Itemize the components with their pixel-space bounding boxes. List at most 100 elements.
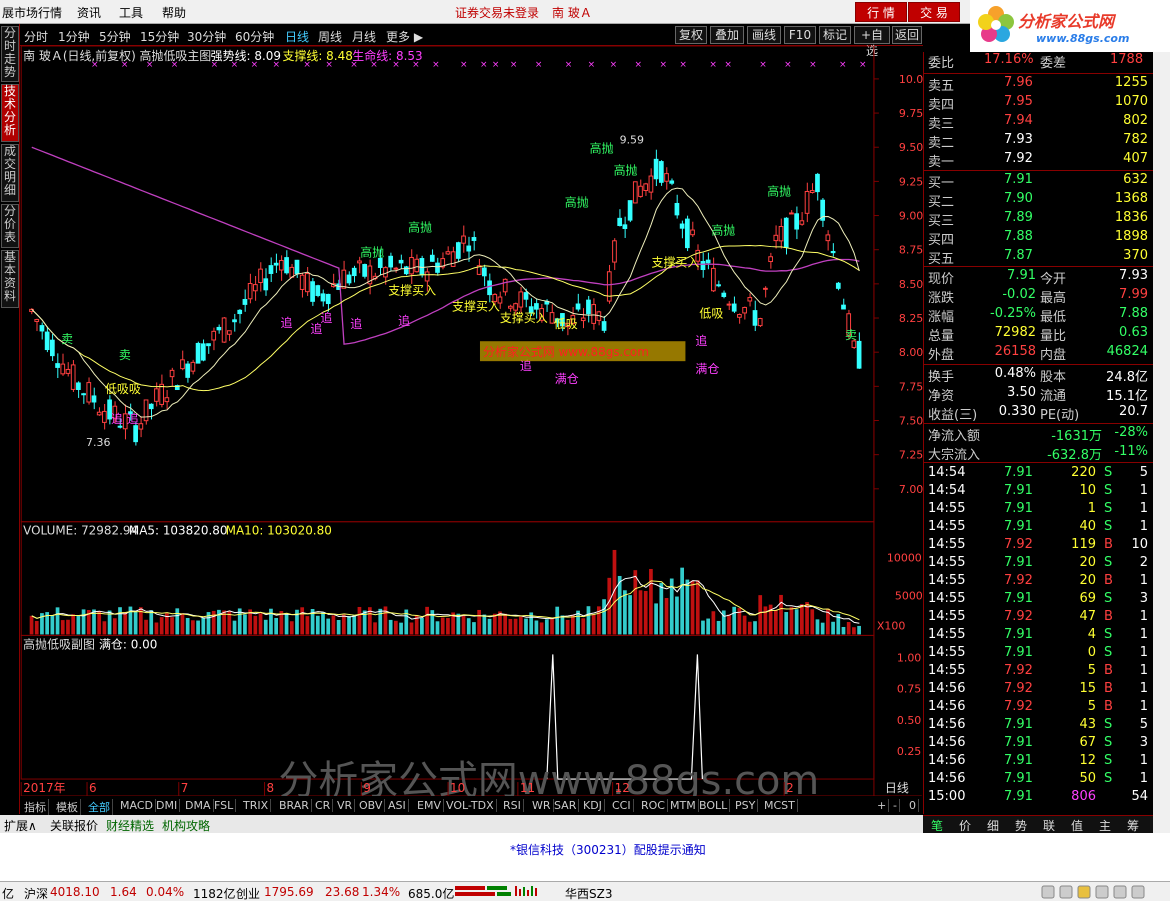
add-watchlist-button[interactable]: +自选 bbox=[854, 26, 890, 58]
sh-index-label[interactable]: 沪深 bbox=[24, 885, 48, 902]
right-tab[interactable]: 筹 bbox=[1127, 817, 1139, 834]
indicator-tab-psy[interactable]: PSY bbox=[733, 799, 759, 812]
flow-row[interactable]: 净流入额 -1631万 -28% bbox=[924, 425, 1154, 444]
tick-row[interactable]: 14:55 7.91 1 S 1 bbox=[924, 501, 1154, 520]
f10-button[interactable]: F10 bbox=[784, 26, 816, 44]
right-scrollbar[interactable] bbox=[1153, 52, 1170, 833]
indicator-tab-roc[interactable]: ROC bbox=[639, 799, 668, 812]
stat-row[interactable]: 现价 7.91 今开 7.93 bbox=[924, 268, 1154, 287]
ask-row[interactable]: 卖五 7.96 1255 bbox=[924, 75, 1154, 94]
tick-row[interactable]: 14:56 7.91 12 S 1 bbox=[924, 753, 1154, 772]
stat-row[interactable]: 净资 3.50 流通 15.1亿 bbox=[924, 385, 1154, 404]
mark-button[interactable]: 标记 bbox=[819, 26, 851, 44]
menu-news[interactable]: 资讯 bbox=[77, 4, 101, 21]
right-tab[interactable]: 主 bbox=[1099, 817, 1111, 834]
adjust-button[interactable]: 复权 bbox=[675, 26, 707, 44]
tab-trades[interactable]: 成交明细 bbox=[1, 144, 19, 202]
tick-row[interactable]: 14:55 7.91 4 S 1 bbox=[924, 627, 1154, 646]
tick-row[interactable]: 14:55 7.91 0 S 1 bbox=[924, 645, 1154, 664]
indicator-tab-macd[interactable]: MACD bbox=[118, 799, 156, 812]
menu-help[interactable]: 帮助 bbox=[162, 4, 186, 21]
server-name[interactable]: 华西SZ3 bbox=[565, 885, 612, 902]
tick-row[interactable]: 14:54 7.91 220 S 5 bbox=[924, 465, 1154, 484]
bid-row[interactable]: 买一 7.91 632 bbox=[924, 172, 1154, 191]
period-15min[interactable]: 15分钟 bbox=[140, 28, 179, 45]
tab-institution-guide[interactable]: 机构攻略 bbox=[162, 817, 210, 834]
indicator-tab-asi[interactable]: ASI bbox=[386, 799, 409, 812]
tick-row[interactable]: 14:54 7.91 10 S 1 bbox=[924, 483, 1154, 502]
indicator-tab-vr[interactable]: VR bbox=[335, 799, 356, 812]
bid-row[interactable]: 买四 7.88 1898 bbox=[924, 229, 1154, 248]
indicator-tab-brar[interactable]: BRAR bbox=[277, 799, 312, 812]
tick-row[interactable]: 14:55 7.91 20 S 2 bbox=[924, 555, 1154, 574]
bid-row[interactable]: 买五 7.87 370 bbox=[924, 248, 1154, 267]
period-more[interactable]: 更多 ▶ bbox=[386, 28, 423, 45]
flow-row[interactable]: 大宗流入 -632.8万 -11% bbox=[924, 444, 1154, 463]
stat-row[interactable]: 涨跌 -0.02 最高 7.99 bbox=[924, 287, 1154, 306]
right-tab[interactable]: 联 bbox=[1043, 817, 1055, 834]
tab-related-quotes[interactable]: 关联报价 bbox=[50, 817, 98, 834]
tab-extend[interactable]: 扩展∧ bbox=[4, 817, 37, 834]
indicator-tab-dma[interactable]: DMA bbox=[183, 799, 214, 812]
indicator-tab-trix[interactable]: TRIX bbox=[241, 799, 272, 812]
tick-row[interactable]: 14:56 7.92 15 B 1 bbox=[924, 681, 1154, 700]
indicator-tab-cr[interactable]: CR bbox=[313, 799, 334, 812]
cy-index-label[interactable]: 创业 bbox=[236, 885, 260, 902]
period-5min[interactable]: 5分钟 bbox=[99, 28, 131, 45]
zoom-button[interactable]: + bbox=[875, 799, 890, 812]
tick-row[interactable]: 14:56 7.91 43 S 5 bbox=[924, 717, 1154, 736]
period-daily[interactable]: 日线 bbox=[285, 28, 309, 45]
quote-button[interactable]: 行 情 bbox=[855, 2, 907, 22]
right-tab[interactable]: 价 bbox=[959, 817, 971, 834]
indicator-tab-指标[interactable]: 指标 bbox=[22, 799, 49, 815]
zoom-button[interactable]: - bbox=[891, 799, 900, 812]
right-tab[interactable]: 势 bbox=[1015, 817, 1027, 834]
period-monthly[interactable]: 月线 bbox=[352, 28, 376, 45]
stat-row[interactable]: 总量 72982 量比 0.63 bbox=[924, 325, 1154, 344]
bid-row[interactable]: 买三 7.89 1836 bbox=[924, 210, 1154, 229]
menu-market[interactable]: 展市场行情 bbox=[2, 4, 62, 21]
period-weekly[interactable]: 周线 bbox=[318, 28, 342, 45]
tab-finance-picks[interactable]: 财经精选 bbox=[106, 817, 154, 834]
stat-row[interactable]: 外盘 26158 内盘 46824 bbox=[924, 344, 1154, 363]
tab-price-table[interactable]: 分价表 bbox=[1, 204, 19, 248]
tab-fundamentals[interactable]: 基本资料 bbox=[1, 250, 19, 308]
ask-row[interactable]: 卖一 7.92 407 bbox=[924, 151, 1154, 170]
tick-row[interactable]: 14:56 7.92 5 B 1 bbox=[924, 699, 1154, 718]
bid-row[interactable]: 买二 7.90 1368 bbox=[924, 191, 1154, 210]
right-tab[interactable]: 笔 bbox=[931, 817, 943, 834]
login-status[interactable]: 证券交易未登录 bbox=[455, 4, 539, 21]
tab-technical[interactable]: 技术分析 bbox=[1, 84, 19, 142]
indicator-tab-emv[interactable]: EMV bbox=[415, 799, 444, 812]
stat-row[interactable]: 收益(三) 0.330 PE(动) 20.7 bbox=[924, 404, 1154, 423]
zoom-button[interactable]: 0 bbox=[907, 799, 919, 812]
tick-row[interactable]: 14:55 7.92 5 B 1 bbox=[924, 663, 1154, 682]
indicator-tab-模板[interactable]: 模板 bbox=[54, 799, 81, 815]
notice-text[interactable]: *银信科技（300231）配股提示通知 bbox=[510, 841, 706, 858]
period-tick[interactable]: 分时 bbox=[24, 28, 48, 45]
tick-row[interactable]: 14:55 7.92 47 B 1 bbox=[924, 609, 1154, 628]
trade-button[interactable]: 交 易 bbox=[908, 2, 960, 22]
tab-intraday[interactable]: 分时走势 bbox=[1, 26, 19, 82]
tick-row[interactable]: 15:00 7.91 806 54 bbox=[924, 789, 1154, 808]
stat-row[interactable]: 换手 0.48% 股本 24.8亿 bbox=[924, 366, 1154, 385]
tick-row[interactable]: 14:55 7.92 119 B 10 bbox=[924, 537, 1154, 556]
ask-row[interactable]: 卖三 7.94 802 bbox=[924, 113, 1154, 132]
indicator-tab-fsl[interactable]: FSL bbox=[212, 799, 237, 812]
back-button[interactable]: 返回 bbox=[892, 26, 922, 44]
indicator-tab-mtm[interactable]: MTM bbox=[668, 799, 699, 812]
tick-row[interactable]: 14:56 7.91 50 S 1 bbox=[924, 771, 1154, 790]
tick-row[interactable]: 14:55 7.92 20 B 1 bbox=[924, 573, 1154, 592]
status-tool-icons[interactable] bbox=[1040, 885, 1155, 902]
indicator-tab-全部[interactable]: 全部 bbox=[86, 799, 113, 815]
indicator-tab-vol-tdx[interactable]: VOL-TDX bbox=[444, 799, 497, 812]
tick-row[interactable]: 14:55 7.91 40 S 1 bbox=[924, 519, 1154, 538]
right-tab[interactable]: 细 bbox=[987, 817, 999, 834]
overlay-button[interactable]: 叠加 bbox=[710, 26, 744, 44]
indicator-tab-boll[interactable]: BOLL bbox=[697, 799, 731, 812]
right-tab[interactable]: 值 bbox=[1071, 817, 1083, 834]
tick-row[interactable]: 14:56 7.91 67 S 3 bbox=[924, 735, 1154, 754]
draw-button[interactable]: 画线 bbox=[747, 26, 781, 44]
indicator-tab-rsi[interactable]: RSI bbox=[501, 799, 524, 812]
indicator-tab-mcst[interactable]: MCST bbox=[762, 799, 798, 812]
